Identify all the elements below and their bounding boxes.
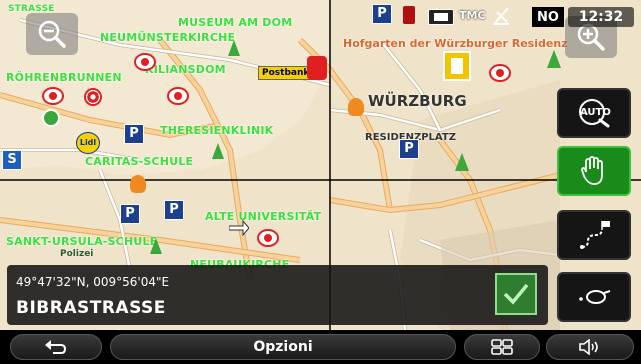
back-button[interactable]	[10, 334, 102, 360]
view-mode-button[interactable]	[557, 272, 631, 322]
route-flag-icon	[580, 221, 610, 249]
coordinates-text: 49°47'32"N, 009°56'04"E	[16, 275, 170, 289]
hofgarten-label: Hofgarten der Würzburger Residenz	[343, 37, 568, 50]
confirm-button[interactable]	[495, 273, 537, 315]
poi-label-church: NEUMÜNSTERKIRCHE	[100, 31, 236, 44]
tourist-icon[interactable]	[348, 98, 364, 116]
sight-icon[interactable]	[257, 229, 279, 247]
auto-zoom-label: AUTO	[580, 107, 611, 118]
poi-label-clinic: THERESIENKLINIK	[160, 124, 274, 137]
s-bahn-icon[interactable]: S	[2, 150, 22, 170]
sight-icon[interactable]	[489, 64, 511, 82]
location-info-panel: 49°47'32"N, 009°56'04"E BIBRASTRASSE	[7, 265, 548, 325]
swirl-icon[interactable]	[84, 88, 102, 106]
lidl-icon[interactable]: Lidl	[76, 132, 100, 154]
poi-label-school: CARITAS-SCHULE	[85, 155, 194, 168]
direction-arrow-icon	[229, 219, 249, 237]
navigation-screen: MUSEUM AM DOM NEUMÜNSTERKIRCHE KILIANSDO…	[0, 0, 641, 364]
hand-icon	[581, 156, 603, 185]
sight-icon[interactable]	[42, 87, 64, 105]
parking-icon[interactable]: P	[164, 200, 184, 220]
quick-menu-button[interactable]	[464, 334, 540, 360]
parking-icon[interactable]: P	[399, 139, 419, 159]
poi-label-kiliansdom: KILIANSDOM	[145, 63, 226, 76]
restaurant-icon[interactable]	[307, 56, 327, 80]
postbank-icon[interactable]: Postbank	[258, 66, 314, 80]
police-label: Polizei	[60, 249, 94, 259]
phone-icon	[403, 6, 415, 24]
tmc-indicator: TMC	[459, 9, 486, 22]
route-destination-button[interactable]	[557, 210, 631, 260]
grid-icon	[491, 339, 513, 355]
castle-icon[interactable]	[443, 51, 471, 81]
poi-label-fountain: RÖHRENBRUNNEN	[6, 71, 122, 84]
battery-icon	[428, 9, 454, 25]
parking-icon[interactable]: P	[372, 4, 392, 24]
zoom-out-icon	[38, 20, 66, 48]
back-arrow-icon	[45, 340, 67, 354]
recycle-icon[interactable]	[42, 109, 60, 127]
parking-icon[interactable]: P	[124, 124, 144, 144]
pan-map-button[interactable]	[557, 146, 631, 196]
zoom-out-button[interactable]	[26, 13, 78, 55]
heading-indicator: NO	[532, 7, 564, 27]
city-label: WÜRZBURG	[368, 92, 467, 110]
options-button[interactable]: Opzioni	[110, 334, 456, 360]
rotate-view-icon	[579, 290, 611, 304]
tourist-icon[interactable]	[130, 175, 146, 193]
gps-signal-icon	[493, 7, 509, 25]
street-name: BIBRASTRASSE	[16, 298, 166, 318]
sight-icon[interactable]	[134, 53, 156, 71]
poi-label-ursula: SANKT-URSULA-SCHULE	[6, 235, 158, 248]
auto-zoom-button[interactable]: AUTO	[557, 88, 631, 138]
clock: 12:32	[568, 7, 634, 27]
poi-label-museum: MUSEUM AM DOM	[178, 16, 293, 29]
volume-button[interactable]	[546, 334, 634, 360]
parking-icon[interactable]: P	[120, 204, 140, 224]
poi-label-university: ALTE UNIVERSITÄT	[205, 210, 322, 223]
sight-icon[interactable]	[167, 87, 189, 105]
checkmark-icon	[503, 283, 529, 305]
speaker-icon	[579, 339, 598, 355]
bottom-bar: Opzioni	[0, 330, 641, 364]
